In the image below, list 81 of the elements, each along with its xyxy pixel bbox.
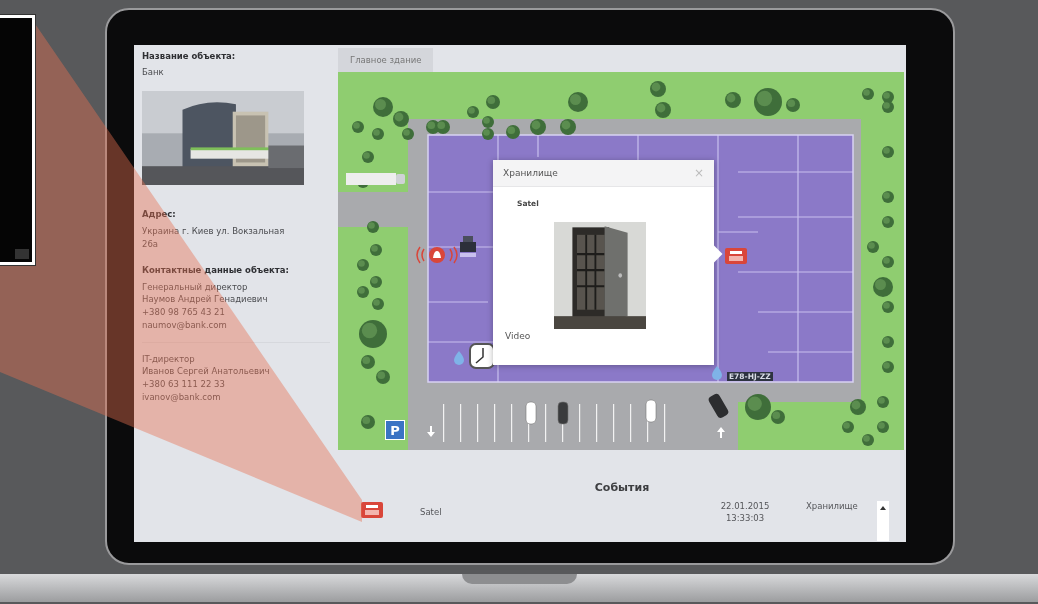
tree-icon bbox=[376, 370, 390, 384]
tree-icon bbox=[882, 301, 894, 313]
event-zone: Хранилище bbox=[806, 501, 859, 511]
contact-phone: +380 98 765 43 21 bbox=[142, 306, 226, 319]
video-link[interactable]: Video bbox=[505, 331, 714, 341]
contact-name: Наумов Андрей Генадиевич bbox=[142, 293, 269, 306]
cash-register-icon bbox=[460, 236, 476, 257]
close-button[interactable]: × bbox=[693, 166, 704, 180]
tree-icon bbox=[530, 119, 546, 135]
tree-icon bbox=[506, 125, 520, 139]
car-icon bbox=[557, 401, 569, 425]
tree-icon bbox=[882, 191, 894, 203]
tree-icon bbox=[850, 399, 866, 415]
tree-icon bbox=[882, 256, 894, 268]
tree-icon bbox=[370, 276, 382, 288]
tree-icon bbox=[362, 151, 374, 163]
building-tab[interactable]: Главное здание bbox=[338, 48, 434, 72]
field-label: Название объекта: bbox=[142, 51, 237, 61]
tree-icon bbox=[560, 119, 576, 135]
tree-icon bbox=[882, 146, 894, 158]
contact-email: naumov@bank.com bbox=[142, 318, 228, 332]
tree-icon bbox=[873, 277, 893, 297]
contact-role: IT-директор bbox=[142, 352, 196, 366]
tree-icon bbox=[882, 336, 894, 348]
contact-email: ivanov@bank.com bbox=[142, 390, 222, 404]
tree-icon bbox=[867, 241, 879, 253]
tree-icon bbox=[862, 434, 874, 446]
tree-icon bbox=[357, 286, 369, 298]
tree-icon bbox=[361, 355, 375, 369]
down-arrow-icon bbox=[427, 426, 435, 437]
tree-icon bbox=[436, 120, 450, 134]
event-source: Satel bbox=[420, 507, 443, 517]
tree-icon bbox=[359, 320, 387, 348]
tree-icon bbox=[393, 111, 409, 127]
tree-icon bbox=[373, 97, 393, 117]
tree-icon bbox=[367, 221, 379, 233]
tree-icon bbox=[725, 92, 741, 108]
car-icon bbox=[525, 401, 537, 425]
event-time: 13:33:03 bbox=[725, 512, 765, 523]
tree-icon bbox=[877, 421, 889, 433]
scroll-up-icon[interactable] bbox=[880, 506, 886, 510]
parking-sign: P bbox=[385, 420, 405, 440]
tree-icon bbox=[467, 106, 479, 118]
tree-icon bbox=[370, 244, 382, 256]
events-heading: События bbox=[593, 481, 651, 494]
tree-icon bbox=[877, 396, 889, 408]
tree-icon bbox=[882, 216, 894, 228]
alarm-bell-icon bbox=[416, 246, 458, 264]
control-panel-icon bbox=[361, 502, 383, 518]
tree-icon bbox=[842, 421, 854, 433]
tree-icon bbox=[352, 121, 364, 133]
tree-icon bbox=[568, 92, 588, 112]
contact-role: Генеральный директор bbox=[142, 280, 249, 294]
tree-icon bbox=[357, 259, 369, 271]
up-arrow-icon bbox=[717, 427, 725, 438]
tree-icon bbox=[372, 298, 384, 310]
scrollbar[interactable] bbox=[877, 501, 889, 541]
field-label: Контактные данные объекта: bbox=[142, 264, 290, 275]
contact-name: Иванов Сергей Анатольевич bbox=[142, 365, 271, 378]
tree-icon bbox=[882, 361, 894, 373]
contact-phone: +380 63 111 22 33 bbox=[142, 378, 226, 391]
tree-icon bbox=[372, 128, 384, 140]
tree-icon bbox=[754, 88, 782, 116]
tree-icon bbox=[361, 415, 375, 429]
popup-title: Хранилище bbox=[503, 168, 558, 178]
tree-icon bbox=[402, 128, 414, 140]
truck-icon bbox=[346, 173, 405, 185]
control-panel-icon bbox=[725, 248, 747, 264]
tree-icon bbox=[650, 81, 666, 97]
address-text: Украина г. Киев ул. Вокзальная 26а bbox=[142, 225, 286, 251]
car-icon bbox=[645, 399, 657, 423]
tree-icon bbox=[882, 101, 894, 113]
tree-icon bbox=[862, 88, 874, 100]
field-value: Банк bbox=[142, 67, 165, 77]
event-date: 22.01.2015 bbox=[720, 501, 770, 511]
tree-icon bbox=[882, 91, 894, 103]
tree-icon bbox=[482, 128, 494, 140]
tree-icon bbox=[486, 95, 500, 109]
tree-icon bbox=[655, 102, 671, 118]
tree-icon bbox=[786, 98, 800, 112]
tree-icon bbox=[482, 116, 494, 128]
